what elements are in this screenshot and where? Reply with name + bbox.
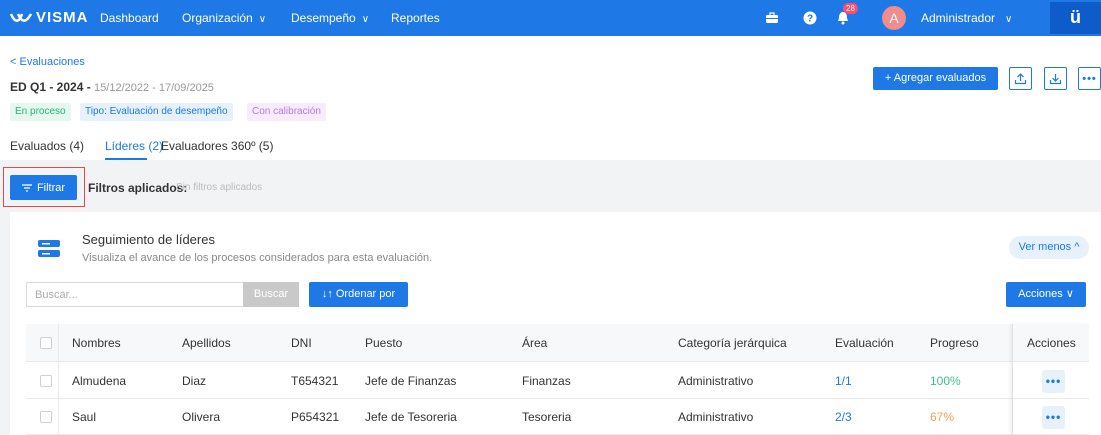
nav-desempeno[interactable]: Desempeño ∨ — [291, 11, 369, 25]
checkbox-box — [40, 410, 52, 423]
cell-progreso: 100% — [930, 373, 961, 388]
nav-reportes[interactable]: Reportes — [391, 11, 440, 25]
cell-apellidos: Diaz — [182, 373, 207, 388]
card-title: Seguimiento de líderes — [82, 232, 215, 247]
evaluation-title: ED Q1 - 2024 - 15/12/2022 - 17/09/2025 — [10, 80, 214, 94]
card-subtitle: Visualiza el avance de los procesos cons… — [82, 252, 433, 264]
user-menu[interactable]: Administrador ∨ — [921, 11, 1012, 25]
tab-lideres[interactable]: Líderes (2) — [105, 139, 163, 153]
cell-dni: P654321 — [291, 409, 340, 424]
col-dni[interactable]: DNI — [291, 324, 312, 361]
status-badge: En proceso — [10, 103, 71, 121]
cell-apellidos: Olivera — [182, 409, 221, 424]
row-checkbox[interactable] — [40, 363, 52, 398]
server-icon — [38, 240, 60, 257]
actions-dropdown-button[interactable]: Acciones ∨ — [1006, 282, 1086, 307]
top-nav-bar: VISMA Dashboard Organización ∨ Desempeño ∨… — [0, 0, 1101, 36]
col-puesto[interactable]: Puesto — [365, 324, 402, 361]
cell-area: Finanzas — [522, 373, 571, 388]
checkbox-box — [40, 336, 52, 349]
cell-categoria: Administrativo — [678, 409, 754, 424]
evaluation-dates: 15/12/2022 - 17/09/2025 — [94, 82, 214, 94]
filter-icon — [21, 183, 32, 192]
cell-puesto: Jefe de Tesoreria — [365, 409, 457, 424]
table-header: Nombres Apellidos DNI Puesto Área Catego… — [26, 324, 1089, 362]
nav-organizacion[interactable]: Organización ∨ — [182, 11, 266, 25]
cell-dni: T654321 — [291, 373, 339, 388]
col-categoria[interactable]: Categoría jerárquica — [678, 324, 787, 361]
cell-evaluacion-link[interactable]: 1/1 — [835, 363, 852, 398]
help-icon[interactable]: ? — [801, 9, 819, 27]
nav-desempeno-label: Desempeño — [291, 11, 356, 25]
col-area[interactable]: Área — [522, 324, 547, 361]
actions-column: ••• ••• — [1012, 324, 1089, 435]
search-input[interactable] — [26, 282, 244, 307]
chevron-down-icon: ∨ — [361, 14, 370, 25]
row-actions-button[interactable]: ••• — [1042, 399, 1065, 435]
type-badge: Tipo: Evaluación de desempeño — [80, 103, 233, 121]
tab-evaluados[interactable]: Evaluados (4) — [10, 139, 84, 153]
svg-text:?: ? — [807, 14, 813, 25]
cell-puesto: Jefe de Finanzas — [365, 373, 457, 388]
select-all-checkbox[interactable] — [40, 324, 52, 361]
tab-evaluadores-360[interactable]: Evaluadores 360º (5) — [161, 139, 273, 153]
column-divider — [58, 324, 59, 435]
more-options-button[interactable]: ••• — [1078, 67, 1101, 90]
briefcase-icon[interactable] — [763, 9, 781, 27]
upload-button[interactable] — [1009, 67, 1032, 90]
row-checkbox[interactable] — [40, 399, 52, 434]
filter-button[interactable]: Filtrar — [10, 175, 77, 200]
back-to-evaluaciones-link[interactable]: < Evaluaciones — [10, 56, 85, 68]
upload-icon — [1014, 73, 1027, 85]
cell-nombres: Almudena — [72, 373, 127, 388]
applied-filters-label: Filtros aplicados: — [88, 181, 188, 195]
col-evaluacion[interactable]: Evaluación — [835, 324, 894, 361]
ver-menos-button[interactable]: Ver menos ^ — [1009, 236, 1089, 259]
nav-dashboard[interactable]: Dashboard — [100, 11, 159, 25]
applied-filters-value: Sin filtros aplicados — [176, 182, 263, 193]
cell-nombres: Saul — [72, 409, 97, 424]
checkbox-box — [40, 374, 52, 387]
visma-swoosh-icon — [10, 12, 32, 22]
table-row: Almudena Diaz T654321 Jefe de Finanzas F… — [26, 363, 1089, 399]
col-progreso[interactable]: Progreso — [930, 324, 979, 361]
logo-text: VISMA — [36, 9, 89, 26]
add-evaluados-button[interactable]: + Agregar evaluados — [873, 67, 998, 90]
filter-button-label: Filtrar — [36, 181, 66, 194]
visma-logo[interactable]: VISMA — [10, 9, 89, 26]
more-icon: ••• — [1082, 72, 1097, 85]
row-actions-button[interactable]: ••• — [1042, 363, 1065, 399]
cell-progreso: 67% — [930, 409, 955, 424]
brand-app-button[interactable]: ü — [1050, 2, 1101, 34]
col-apellidos[interactable]: Apellidos — [182, 324, 231, 361]
sort-button[interactable]: ↓↑ Ordenar por — [309, 282, 408, 307]
calibration-badge: Con calibración — [247, 103, 326, 121]
avatar[interactable]: A — [882, 6, 906, 30]
chevron-down-icon: ∨ — [1005, 14, 1013, 25]
chevron-down-icon: ∨ — [258, 14, 267, 25]
cell-evaluacion-link[interactable]: 2/3 — [835, 399, 852, 434]
notification-badge: 28 — [843, 3, 858, 14]
download-button[interactable] — [1044, 67, 1067, 90]
more-icon: ••• — [1042, 369, 1065, 393]
col-nombres[interactable]: Nombres — [72, 324, 121, 361]
search-button[interactable]: Buscar — [243, 282, 299, 307]
user-name: Administrador — [921, 11, 996, 25]
nav-organizacion-label: Organización — [182, 11, 253, 25]
cell-categoria: Administrativo — [678, 373, 754, 388]
more-icon: ••• — [1042, 405, 1065, 429]
download-icon — [1049, 74, 1062, 85]
table-row: Saul Olivera P654321 Jefe de Tesoreria T… — [26, 399, 1089, 435]
evaluation-name: ED Q1 - 2024 - — [10, 80, 95, 94]
cell-area: Tesoreria — [522, 409, 572, 424]
